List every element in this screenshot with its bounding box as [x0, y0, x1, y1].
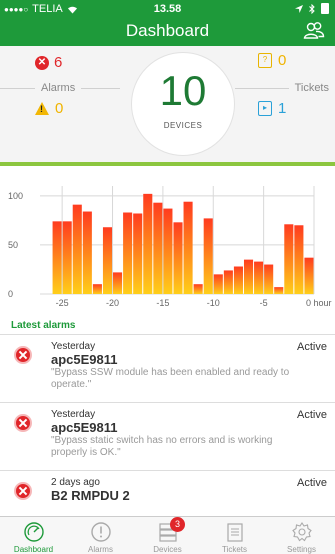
warning-alarms[interactable]: 0 — [35, 100, 63, 117]
summary-panel: ✕ 6 Alarms 0 10 DEVICES ? 0 Tickets ▸ 1 — [0, 46, 335, 162]
y-tick-label: 100 — [8, 191, 23, 201]
chart-bar — [123, 212, 133, 294]
latest-alarms-title: Latest alarms — [11, 320, 76, 331]
chart-bar — [82, 211, 92, 294]
tab-devices[interactable]: 3 Devices — [134, 517, 201, 554]
alarm-icon — [90, 522, 111, 542]
warning-alarm-count: 0 — [55, 100, 64, 117]
chart-bar — [113, 272, 123, 294]
header: Dashboard — [0, 18, 335, 46]
y-tick-label: 50 — [8, 240, 18, 250]
critical-alarm-icon — [14, 414, 32, 432]
users-icon[interactable] — [303, 20, 325, 42]
chart-bar — [133, 213, 143, 294]
alarm-list-item[interactable]: Yesterday Active apc5E9811 "Bypass SSW modu… — [0, 334, 335, 402]
x-tick-label: -10 — [207, 298, 220, 308]
settings-icon — [291, 522, 312, 542]
tab-alarms[interactable]: Alarms — [67, 517, 134, 554]
alarm-description: "Bypass SSW module has been enabled and … — [51, 367, 290, 390]
in-progress-ticket-count: 1 — [278, 100, 287, 117]
chart-bar — [72, 204, 82, 294]
chart-bar — [102, 227, 113, 294]
chart-bar — [274, 287, 284, 294]
alarm-list-item[interactable]: Yesterday Active apc5E9811 "Bypass static s… — [0, 402, 335, 470]
chart-bar — [52, 221, 62, 294]
warning-icon — [35, 102, 49, 115]
alarm-history-chart: 0 50 100 -25 -20 -15 -10 -5 0 hour — [8, 186, 332, 308]
battery-icon — [321, 3, 329, 14]
page-title: Dashboard — [125, 21, 210, 40]
open-ticket-count: 0 — [278, 52, 287, 69]
chart-bar — [223, 270, 233, 294]
chart-bar — [213, 274, 223, 294]
devices-label: DEVICES — [163, 121, 203, 130]
devices-count: 10 — [159, 67, 207, 114]
chart-bar — [233, 266, 243, 294]
chart-bar — [203, 218, 213, 294]
alarm-device-name: apc5E9811 — [51, 352, 118, 367]
clock: 13.58 — [153, 3, 182, 15]
alarm-device-name: apc5E9811 — [51, 420, 118, 435]
bluetooth-icon — [309, 3, 315, 14]
chart-bar — [294, 225, 304, 294]
x-tick-label: 0 hour — [306, 298, 332, 308]
x-tick-label: -5 — [260, 298, 268, 308]
x-tick-label: -20 — [106, 298, 119, 308]
y-tick-label: 0 — [8, 289, 13, 299]
status-bar: ●●●●○ TELIA 13.58 — [0, 0, 335, 18]
alarm-status: Active — [297, 341, 327, 353]
ticket-open-icon: ? — [258, 53, 272, 68]
alarm-list-item[interactable]: 2 days ago Active B2 RMPDU 2 — [0, 470, 335, 516]
chart-bar — [264, 264, 274, 294]
alarms-label: Alarms — [0, 82, 120, 94]
in-progress-tickets[interactable]: ▸ 1 — [258, 100, 286, 117]
critical-alarm-icon: ✕ — [35, 55, 49, 70]
critical-alarms[interactable]: ✕ 6 — [35, 54, 62, 71]
tab-settings[interactable]: Settings — [268, 517, 335, 554]
tab-dashboard[interactable]: Dashboard — [0, 517, 67, 554]
chart-bar — [254, 261, 264, 294]
chart-bar — [153, 202, 163, 294]
tickets-icon — [226, 523, 243, 542]
chart-bar — [183, 201, 193, 294]
tab-tickets[interactable]: Tickets — [201, 517, 268, 554]
alarm-device-name: B2 RMPDU 2 — [51, 488, 130, 503]
chart-bar — [193, 284, 203, 294]
summary-divider — [0, 162, 335, 166]
devices-counter[interactable]: 10 DEVICES — [131, 52, 235, 156]
ticket-progress-icon: ▸ — [258, 101, 272, 116]
tickets-label: Tickets — [235, 82, 335, 94]
alarm-time: Yesterday — [51, 409, 96, 420]
location-icon — [295, 4, 303, 13]
chart-bar — [284, 224, 294, 294]
chart-bar — [173, 222, 183, 294]
alarm-status: Active — [297, 409, 327, 421]
open-tickets[interactable]: ? 0 — [258, 52, 286, 69]
tab-bar: Dashboard Alarms 3 Devices Tickets Setti… — [0, 516, 335, 554]
alarm-status: Active — [297, 477, 327, 489]
critical-alarm-count: 6 — [54, 54, 63, 71]
chart-bar — [163, 208, 173, 294]
chart-bar — [143, 193, 153, 294]
x-tick-label: -25 — [56, 298, 69, 308]
chart-bar — [304, 257, 314, 294]
chart-bar — [62, 221, 72, 294]
alarm-description: "Bypass static switch has no errors and … — [51, 435, 273, 458]
critical-alarm-icon — [14, 346, 32, 364]
devices-badge: 3 — [170, 517, 185, 532]
chart-bar — [243, 259, 254, 294]
x-tick-label: -15 — [156, 298, 169, 308]
critical-alarm-icon — [14, 482, 32, 500]
alarm-time: Yesterday — [51, 341, 96, 352]
chart-bar — [92, 284, 102, 294]
alarm-time: 2 days ago — [51, 477, 100, 488]
latest-alarms-list: Yesterday Active apc5E9811 "Bypass SSW modu… — [0, 334, 335, 516]
dashboard-icon — [23, 522, 44, 542]
